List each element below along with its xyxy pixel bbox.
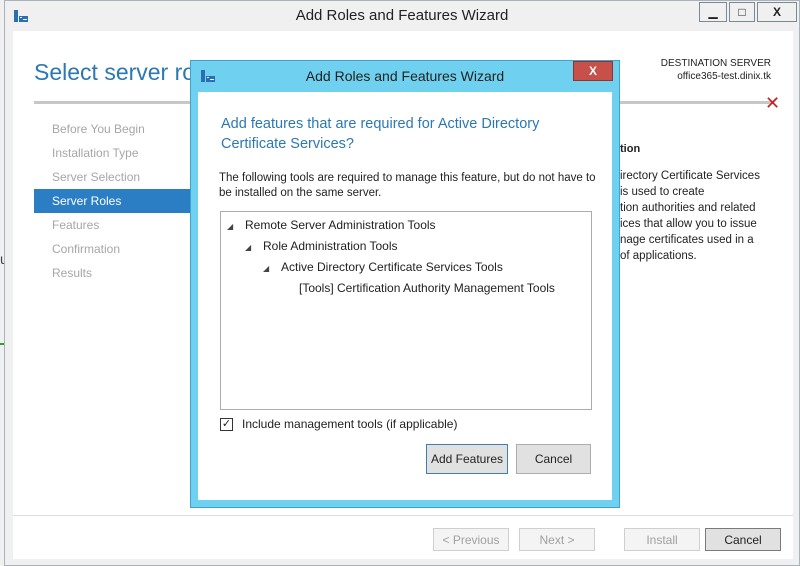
dialog-cancel-button[interactable]: Cancel	[516, 444, 591, 474]
tree-item-label: Remote Server Administration Tools	[245, 218, 436, 232]
expand-triangle-icon[interactable]: ◢	[263, 264, 273, 273]
description-title: tion	[620, 143, 641, 155]
install-button[interactable]: Install	[624, 528, 700, 551]
next-button[interactable]: Next >	[519, 528, 595, 551]
nav-item-results[interactable]: Results	[34, 261, 192, 285]
add-features-button[interactable]: Add Features	[426, 444, 508, 474]
tree-item-label: Role Administration Tools	[263, 239, 398, 253]
nav-item-confirmation[interactable]: Confirmation	[34, 237, 192, 261]
tree-item[interactable]: ◢ Role Administration Tools	[245, 239, 398, 253]
wizard-step-nav: Before You Begin Installation Type Serve…	[34, 117, 192, 285]
previous-button[interactable]: < Previous	[433, 528, 509, 551]
tree-item-label: Active Directory Certificate Services To…	[281, 260, 503, 274]
nav-item-server-roles[interactable]: Server Roles	[34, 189, 192, 213]
include-management-tools[interactable]: ✓ Include management tools (if applicabl…	[220, 417, 457, 431]
description-text: irectory Certificate Services is used to…	[620, 168, 780, 264]
dialog-title: Add Roles and Features Wizard	[305, 68, 505, 84]
footer-divider	[13, 515, 793, 516]
tree-item[interactable]: [Tools] Certification Authority Manageme…	[299, 281, 555, 295]
description-line: tion authorities and related	[620, 202, 756, 214]
dialog-heading: Add features that are required for Activ…	[221, 116, 540, 152]
nav-item-installation-type[interactable]: Installation Type	[34, 141, 192, 165]
nav-item-server-selection[interactable]: Server Selection	[34, 165, 192, 189]
include-tools-label[interactable]: Include management tools (if applicable)	[242, 417, 457, 431]
page-title: Select server ro	[34, 59, 196, 85]
description-line: is used to create	[620, 186, 705, 198]
minimize-button[interactable]: ▁	[699, 2, 727, 22]
tree-item-label: [Tools] Certification Authority Manageme…	[299, 281, 555, 295]
destination-server-label: DESTINATION SERVER	[660, 58, 771, 69]
description-line: ices that allow you to issue	[620, 218, 757, 230]
description-line: irectory Certificate Services	[620, 170, 760, 182]
nav-item-features[interactable]: Features	[34, 213, 192, 237]
cancel-button[interactable]: Cancel	[705, 528, 781, 551]
add-features-dialog: Add Roles and Features Wizard X Add feat…	[190, 60, 620, 508]
include-tools-checkbox[interactable]: ✓	[220, 417, 233, 431]
destination-server-name: office365-test.dinix.tk	[677, 71, 771, 82]
error-x-icon[interactable]: ✕	[765, 93, 780, 114]
maximize-button[interactable]: □	[729, 2, 755, 22]
feature-tree[interactable]: ◢ Remote Server Administration Tools ◢ Rol…	[220, 211, 592, 410]
description-line: nage certificates used in a	[620, 234, 754, 246]
dialog-body: Add features that are required for Activ…	[198, 92, 612, 500]
close-button[interactable]: X	[757, 2, 797, 22]
expand-triangle-icon[interactable]: ◢	[227, 222, 237, 231]
tree-item[interactable]: ◢ Active Directory Certificate Services T…	[263, 260, 503, 274]
nav-item-before-you-begin[interactable]: Before You Begin	[34, 117, 192, 141]
tree-item[interactable]: ◢ Remote Server Administration Tools	[227, 218, 436, 232]
window-title: Add Roles and Features Wizard	[295, 7, 509, 24]
dialog-close-button[interactable]: X	[573, 61, 613, 81]
description-line: of applications.	[620, 250, 697, 262]
main-titlebar[interactable]: Add Roles and Features Wizard ▁ □ X	[5, 1, 799, 31]
expand-triangle-icon[interactable]: ◢	[245, 243, 255, 252]
dialog-description: The following tools are required to mana…	[219, 172, 596, 199]
dialog-titlebar[interactable]: Add Roles and Features Wizard X	[191, 61, 619, 91]
